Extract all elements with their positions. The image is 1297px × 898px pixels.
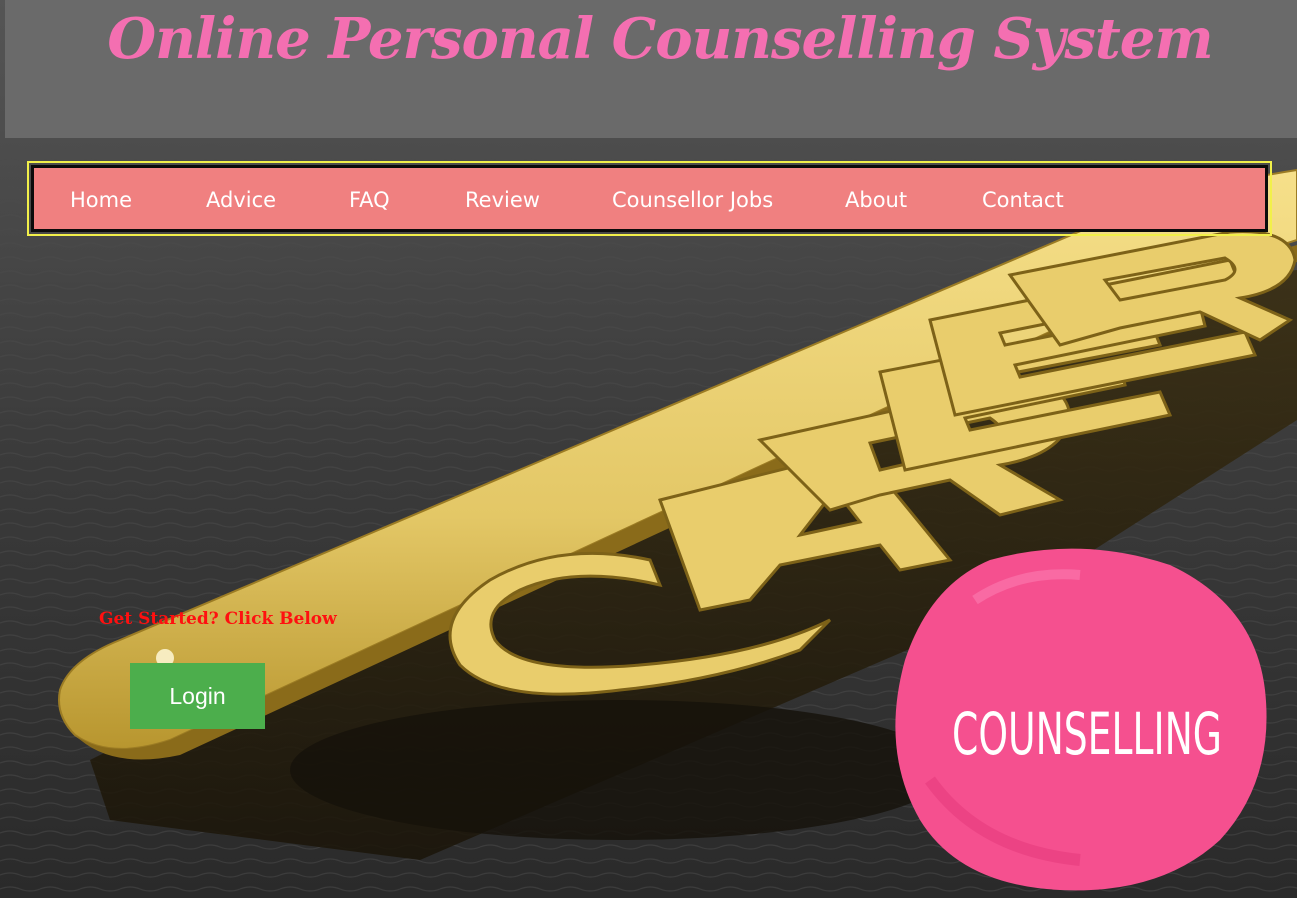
nav-item-counsellor-jobs[interactable]: Counsellor Jobs: [612, 188, 773, 212]
nav-item-advice[interactable]: Advice: [206, 188, 276, 212]
counselling-badge-text: COUNSELLING: [952, 700, 1222, 768]
page: Online Personal Counselling System Home …: [0, 0, 1297, 898]
counselling-badge: COUNSELLING: [952, 700, 1222, 768]
main-navigation: Home Advice FAQ Review Counsellor Jobs A…: [27, 161, 1272, 236]
get-started-prompt: Get Started? Click Below: [99, 609, 337, 629]
nav-bar: Home Advice FAQ Review Counsellor Jobs A…: [31, 165, 1268, 232]
login-button[interactable]: Login: [130, 663, 265, 729]
nav-item-home[interactable]: Home: [70, 188, 132, 212]
nav-item-contact[interactable]: Contact: [982, 188, 1064, 212]
nav-item-about[interactable]: About: [845, 188, 907, 212]
site-title: Online Personal Counselling System: [107, 6, 1213, 72]
nav-item-faq[interactable]: FAQ: [349, 188, 390, 212]
site-header: Online Personal Counselling System: [5, 0, 1297, 138]
nav-item-review[interactable]: Review: [465, 188, 540, 212]
